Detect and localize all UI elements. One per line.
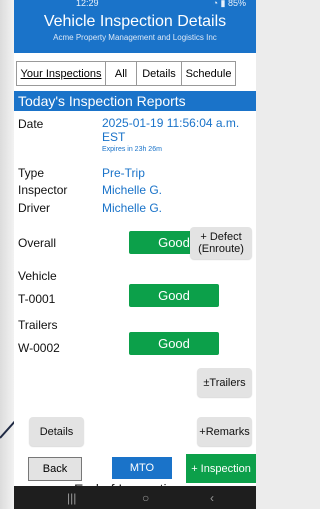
page-title: Vehicle Inspection Details bbox=[43, 13, 227, 30]
driver-label: Driver bbox=[18, 201, 50, 215]
mto-button[interactable]: MTO bbox=[112, 457, 172, 479]
inspector-label: Inspector bbox=[18, 183, 68, 197]
tab-details[interactable]: Details bbox=[136, 61, 181, 86]
trailers-button[interactable]: ±Trailers bbox=[197, 368, 252, 397]
trailer-status-button[interactable]: Good bbox=[129, 332, 219, 355]
status-time: 12:29 bbox=[76, 0, 99, 8]
vehicle-id: T-0001 bbox=[18, 292, 56, 306]
inspector-value: Michelle G. bbox=[102, 183, 163, 197]
recent-apps-icon[interactable]: ||| bbox=[67, 491, 76, 505]
wifi-icon: ◔ bbox=[212, 0, 218, 8]
add-defect-button[interactable]: + Defect (Enroute) bbox=[190, 227, 252, 259]
add-inspection-button[interactable]: + Inspection bbox=[186, 454, 256, 483]
home-icon[interactable]: ○ bbox=[142, 491, 149, 505]
tab-your-inspections[interactable]: Your Inspections bbox=[16, 61, 105, 86]
status-icons: ◔ ▮ 85% bbox=[213, 0, 246, 9]
back-nav-icon[interactable]: ‹ bbox=[210, 491, 214, 505]
signal-icon: ▮ bbox=[220, 0, 226, 8]
date-value: 2025-01-19 11:56:04 a.m. bbox=[102, 116, 240, 130]
battery-level: 85% bbox=[227, 0, 246, 8]
back-button[interactable]: Back bbox=[28, 457, 82, 481]
tab-schedule[interactable]: Schedule bbox=[181, 61, 236, 86]
vehicle-label: Vehicle bbox=[18, 269, 57, 283]
tab-all[interactable]: All bbox=[105, 61, 136, 86]
timezone-value: EST bbox=[102, 130, 126, 144]
date-label: Date bbox=[18, 117, 44, 131]
vehicle-status-button[interactable]: Good bbox=[129, 284, 219, 307]
status-bar: 12:29 ◔ ▮ 85% bbox=[14, 0, 256, 10]
trailer-id: W-0002 bbox=[18, 341, 60, 355]
phone-screen: 12:29 ◔ ▮ 85% Vehicle Inspection Details… bbox=[14, 0, 256, 509]
remarks-button[interactable]: +Remarks bbox=[197, 417, 252, 446]
type-label: Type bbox=[18, 166, 45, 180]
overall-label: Overall bbox=[18, 236, 57, 250]
driver-value: Michelle G. bbox=[102, 201, 163, 215]
trailers-label: Trailers bbox=[18, 318, 58, 332]
expires-text: Expires in 23h 26m bbox=[102, 146, 162, 153]
company-name: Acme Property Management and Logistics I… bbox=[53, 33, 217, 42]
system-nav-bar: ||| ○ ‹ bbox=[14, 486, 256, 509]
details-button[interactable]: Details bbox=[29, 417, 84, 446]
section-header: Today's Inspection Reports bbox=[14, 91, 256, 111]
type-value: Pre-Trip bbox=[102, 166, 145, 180]
tab-bar: Your Inspections All Details Schedule bbox=[16, 61, 256, 86]
app-header: 12:29 ◔ ▮ 85% Vehicle Inspection Details… bbox=[14, 0, 256, 53]
bottom-action-bar: Back MTO + Inspection bbox=[14, 451, 256, 483]
